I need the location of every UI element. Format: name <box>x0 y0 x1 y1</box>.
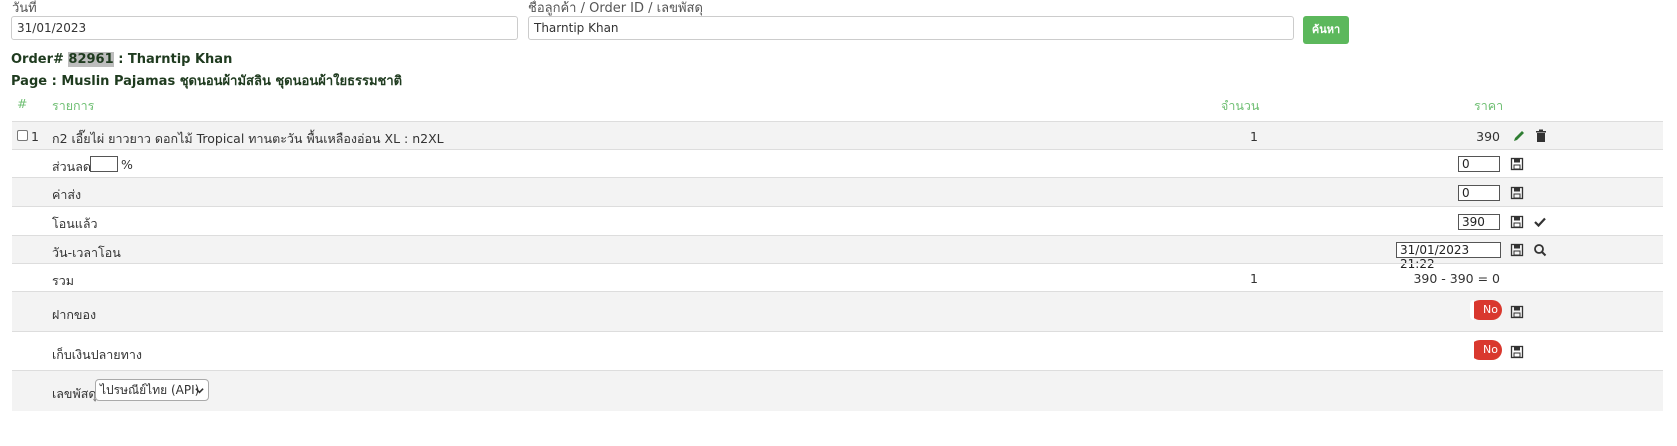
deposit-toggle[interactable]: No <box>1470 300 1502 320</box>
shipping-label: ค่าส่ง <box>52 187 82 202</box>
item-checkbox[interactable] <box>17 130 28 141</box>
deposit-row: ฝากของ No <box>12 291 1663 332</box>
paid-input[interactable]: 390 <box>1458 214 1500 230</box>
discount-row: ส่วนลด % 0 <box>12 149 1663 178</box>
discount-percent-input[interactable] <box>90 156 118 172</box>
save-icon[interactable] <box>1510 243 1524 257</box>
tracking-row: เลขพัสดุ ไปรษณีย์ไทย (API) <box>12 370 1663 411</box>
col-qty-header: จำนวน <box>1221 98 1260 113</box>
item-price: 390 <box>1476 129 1500 144</box>
item-name: ก2 เอี๊ยไผ่ ยาวยาว ดอกไม้ Tropical ทานตะ… <box>52 131 444 146</box>
item-index: 1 <box>31 129 39 144</box>
order-customer: : Tharntip Khan <box>118 52 233 67</box>
paid-row: โอนแล้ว 390 <box>12 206 1663 236</box>
transfer-time-label: วัน-เวลาโอน <box>52 245 121 260</box>
paid-label: โอนแล้ว <box>52 216 98 231</box>
order-id: 82961 <box>68 52 114 67</box>
table-row: 1 ก2 เอี๊ยไผ่ ยาวยาว ดอกไม้ Tropical ทาน… <box>12 121 1663 150</box>
page-line: Page : Muslin Pajamas ชุดนอนผ้ามัสลิน ชุ… <box>11 74 403 89</box>
carrier-select[interactable]: ไปรษณีย์ไทย (API) <box>95 379 209 401</box>
order-prefix: Order# <box>11 52 64 67</box>
chevron-down-icon <box>195 388 204 394</box>
total-row: รวม 1 390 - 390 = 0 <box>12 263 1663 292</box>
cod-label: เก็บเงินปลายทาง <box>52 347 142 362</box>
search-icon[interactable] <box>1533 243 1547 257</box>
date-input[interactable]: 31/01/2023 <box>11 16 518 40</box>
deposit-label: ฝากของ <box>52 307 97 322</box>
col-price-header: ราคา <box>1474 98 1504 113</box>
save-icon[interactable] <box>1510 305 1524 319</box>
trash-icon[interactable] <box>1534 129 1548 143</box>
shipping-input[interactable]: 0 <box>1458 185 1500 201</box>
pencil-icon[interactable] <box>1512 129 1526 143</box>
discount-label: ส่วนลด <box>52 159 91 174</box>
col-num-header: # <box>17 96 28 111</box>
customer-search-input[interactable]: Tharntip Khan <box>528 16 1294 40</box>
check-icon[interactable] <box>1533 215 1547 229</box>
cod-row: เก็บเงินปลายทาง No <box>12 331 1663 371</box>
save-icon[interactable] <box>1510 345 1524 359</box>
order-title: Order# 82961 : Tharntip Khan <box>11 52 232 67</box>
save-icon[interactable] <box>1510 215 1524 229</box>
total-qty: 1 <box>1250 271 1258 286</box>
discount-input[interactable]: 0 <box>1458 156 1500 172</box>
carrier-select-value: ไปรษณีย์ไทย (API) <box>100 383 200 397</box>
save-icon[interactable] <box>1510 186 1524 200</box>
tracking-label: เลขพัสดุ <box>52 386 97 401</box>
search-button[interactable]: ค้นหา <box>1303 16 1349 44</box>
total-formula: 390 - 390 = 0 <box>1413 271 1500 286</box>
percent-sign: % <box>121 157 133 172</box>
transfer-time-input[interactable]: 31/01/2023 21:22 <box>1396 242 1501 271</box>
shipping-row: ค่าส่ง 0 <box>12 177 1663 207</box>
item-qty: 1 <box>1250 129 1258 144</box>
transfer-time-row: วัน-เวลาโอน 31/01/2023 21:22 <box>12 235 1663 271</box>
col-item-header: รายการ <box>52 98 95 113</box>
total-label: รวม <box>52 273 74 288</box>
cod-toggle[interactable]: No <box>1470 340 1502 360</box>
save-icon[interactable] <box>1510 157 1524 171</box>
